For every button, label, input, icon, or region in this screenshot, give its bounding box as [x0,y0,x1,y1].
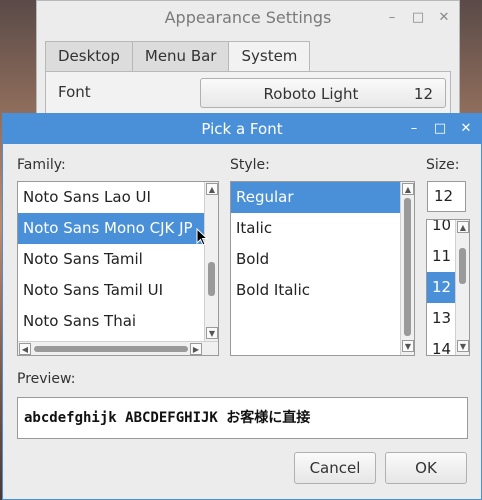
pick-a-font-dialog: Pick a Font – □ ✕ Family: Style: Size: N… [2,113,482,500]
close-icon[interactable]: ✕ [433,7,455,29]
size-list-item[interactable]: 14 [427,334,455,355]
cancel-button[interactable]: Cancel [294,452,376,484]
font-button-size: 12 [413,85,433,103]
maximize-icon[interactable]: □ [407,7,429,29]
scrollbar-thumb[interactable] [208,262,215,296]
maximize-icon[interactable]: □ [429,118,451,140]
preview-label: Preview: [17,371,76,387]
preview-field[interactable]: abcdefghijk ABCDEFGHIJK お客様に直接 [17,397,468,439]
scrollbar-thumb[interactable] [404,198,411,336]
close-icon[interactable]: ✕ [455,118,477,140]
style-label: Style: [230,157,270,173]
size-list-item[interactable]: 10 [427,220,455,241]
ok-button[interactable]: OK [385,452,467,484]
size-label: Size: [426,157,460,173]
mouse-pointer-icon [196,228,208,246]
scroll-down-icon[interactable]: ▼ [457,340,469,352]
scrollbar-thumb[interactable] [34,346,188,352]
family-list-item[interactable]: Noto Sans Thai [18,306,204,337]
scroll-up-icon[interactable]: ▲ [402,183,414,195]
minimize-icon[interactable]: – [403,118,425,140]
font-picker-button[interactable]: Roboto Light 12 [200,78,446,108]
scroll-left-icon[interactable]: ◀ [19,343,31,355]
size-list-item[interactable]: 11 [427,241,455,272]
scroll-up-icon[interactable]: ▲ [206,183,218,195]
family-horizontal-scrollbar[interactable]: ◀ ▶ [18,341,218,355]
size-vertical-scrollbar[interactable]: ▲ ▼ [455,220,469,355]
size-list[interactable]: 10 11 12 13 14 ▲ ▼ [426,219,470,356]
family-list-item-selected[interactable]: Noto Sans Mono CJK JP [18,213,204,244]
font-label: Font [58,83,91,101]
family-list[interactable]: Noto Sans Lao UI Noto Sans Mono CJK JP N… [17,181,219,356]
size-list-item-selected[interactable]: 12 [427,272,455,303]
style-list-item[interactable]: Bold Italic [231,275,400,306]
minimize-icon[interactable]: – [381,7,403,29]
family-list-item[interactable]: Noto Sans Tamil UI [18,275,204,306]
family-list-item[interactable]: Noto Sans Lao UI [18,182,204,213]
size-entry[interactable]: 12 [427,181,466,212]
tab-menu-bar[interactable]: Menu Bar [131,41,230,71]
style-list-item[interactable]: Bold [231,244,400,275]
font-button-name: Roboto Light [263,85,359,103]
family-label: Family: [17,157,66,173]
style-list[interactable]: Regular Italic Bold Bold Italic ▲ ▼ [230,181,415,356]
scroll-down-icon[interactable]: ▼ [402,340,414,352]
scroll-up-icon[interactable]: ▲ [457,221,469,233]
style-list-item-selected[interactable]: Regular [231,182,400,213]
family-vertical-scrollbar[interactable]: ▲ ▼ [204,182,218,341]
scrollbar-thumb[interactable] [459,248,466,284]
style-vertical-scrollbar[interactable]: ▲ ▼ [400,182,414,355]
appearance-tabs: Desktop Menu Bar System [45,41,311,72]
dialog-window-controls: – □ ✕ [403,114,477,144]
size-list-item[interactable]: 13 [427,303,455,334]
style-list-item[interactable]: Italic [231,213,400,244]
family-list-item[interactable]: Noto Sans Tamil [18,244,204,275]
scroll-right-icon[interactable]: ▶ [190,343,202,355]
tab-desktop[interactable]: Desktop [45,41,133,71]
dialog-title: Pick a Font [201,120,283,138]
appearance-window-controls: – □ ✕ [381,1,455,35]
tab-system[interactable]: System [228,41,311,72]
scroll-down-icon[interactable]: ▼ [206,327,218,339]
